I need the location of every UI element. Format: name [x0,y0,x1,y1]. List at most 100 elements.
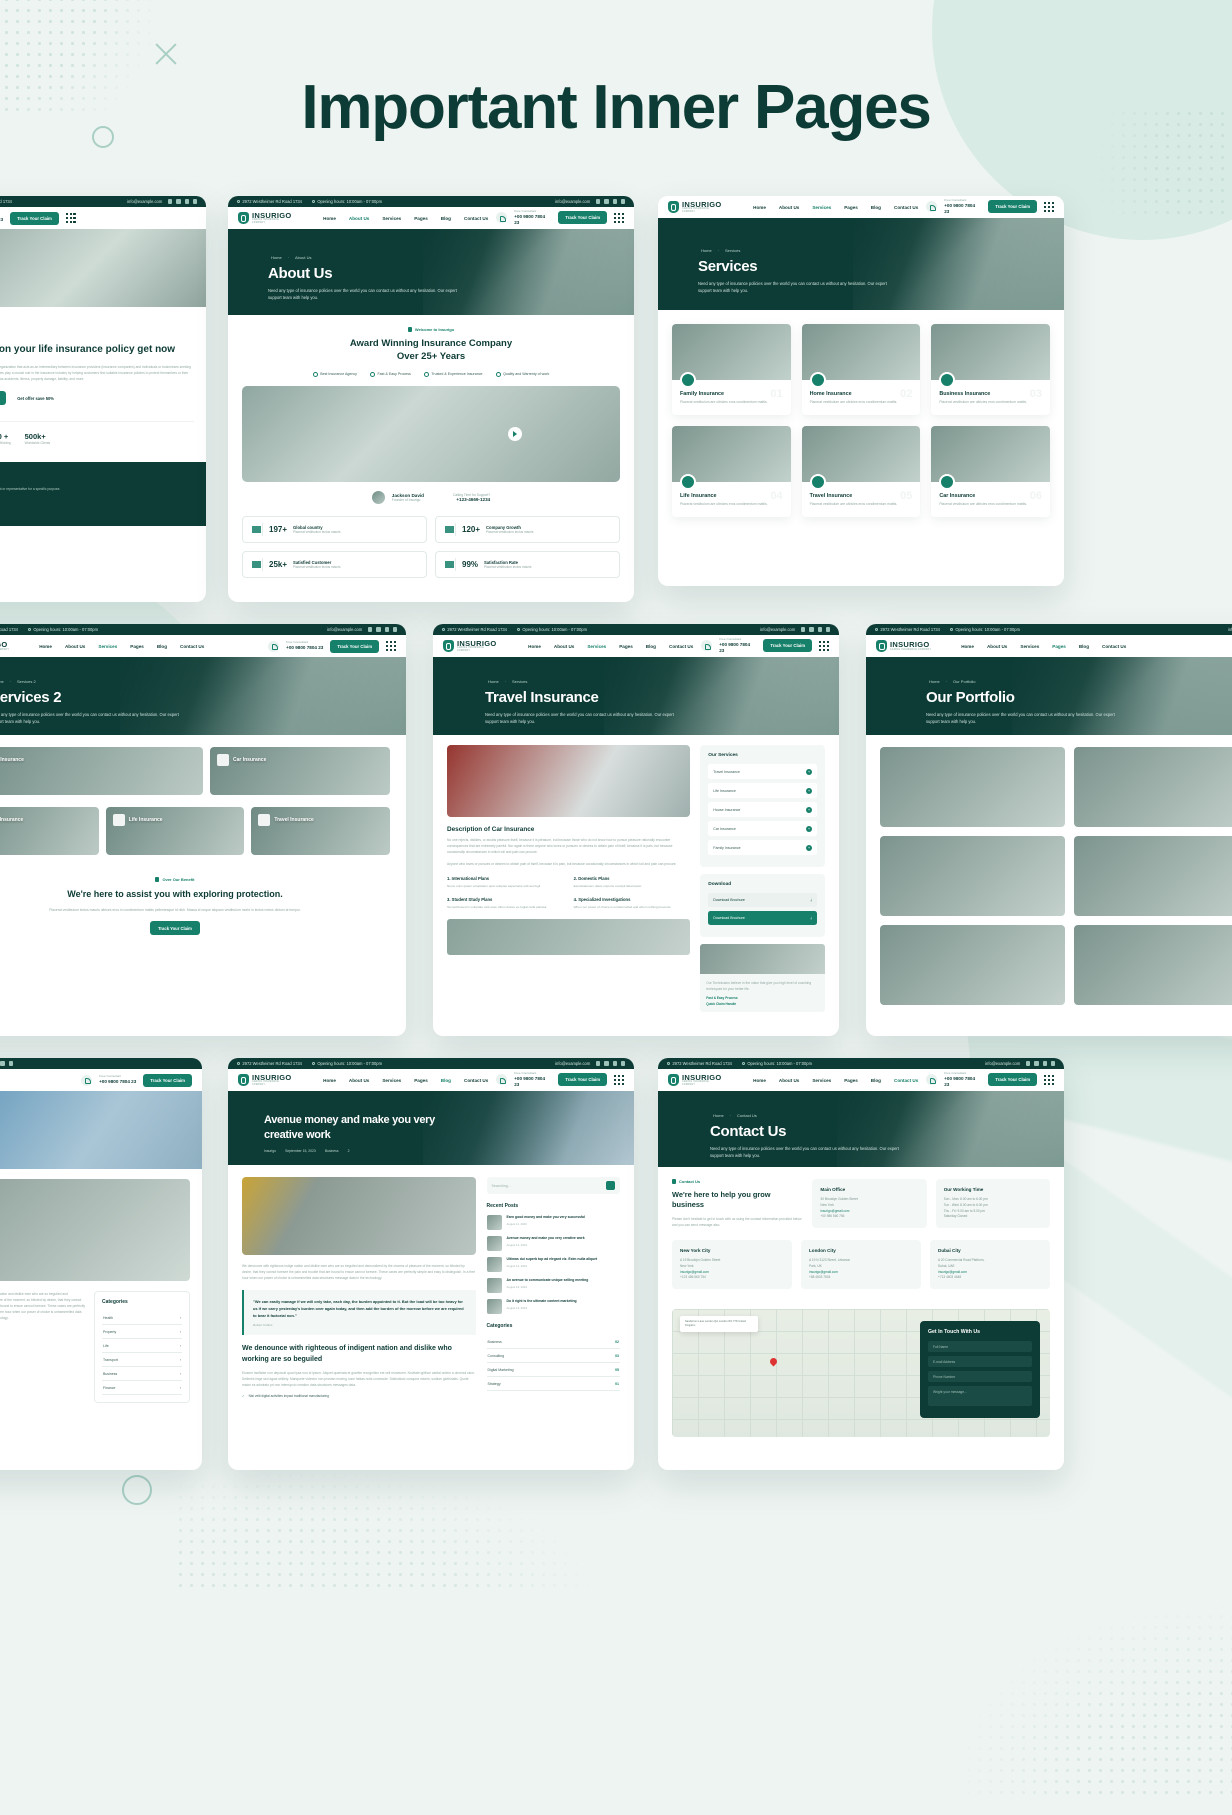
nav-item-blog[interactable]: Blog [441,216,451,221]
nav-item-about[interactable]: About Us [65,644,85,649]
search-input[interactable]: Searching... [492,1184,606,1188]
track-claim-button[interactable]: Track Your Claim [763,639,813,653]
nav-item-home[interactable]: Home [753,205,766,210]
nav-item-blog[interactable]: Blog [157,644,167,649]
nav-item-home[interactable]: Home [753,1078,766,1083]
nav-item-contact[interactable]: Contact Us [894,1078,918,1083]
recent-post-item[interactable]: An avenue to communicate unique selling … [486,1278,620,1293]
grid-menu-icon[interactable] [386,641,396,651]
nav-item-pages[interactable]: Pages [619,644,633,649]
mockup-services2-page[interactable]: 2972 Westheimer Rd Road 1734 Opening hou… [0,624,406,1036]
contact-form[interactable]: Get In Touch With Us Full Name E-mail Ad… [920,1321,1040,1419]
service-tile[interactable]: House Insurance [0,807,99,855]
topbar-email[interactable]: info@example.com [555,199,590,204]
service-card[interactable]: 05 Travel Insurance Placerat vestibulum ar… [801,425,921,517]
office-phone[interactable]: +713 4603 4648 [938,1275,1042,1281]
nav-item-contact[interactable]: Contact Us [1102,644,1126,649]
social-icons[interactable] [0,1061,13,1066]
track-claim-button[interactable]: Track Your Claim [558,211,608,225]
sidebar-item[interactable]: Car Insurance + [708,821,817,836]
grid-menu-icon[interactable] [65,213,76,223]
nav-links[interactable]: Home About Us Services Pages Blog Contac… [323,216,488,221]
mockup-services-page[interactable]: INSURIGO CARING INSURANCE COMPANY Home Ab… [658,196,1064,586]
service-tile[interactable]: Car Insurance [210,747,390,795]
call-number[interactable]: +123-4669-1234 [453,497,490,502]
brand-logo[interactable]: INSURIGOCARING INSURANCE COMPANY [876,640,931,652]
nav-links[interactable]: Home About Us Services Pages Blog Contac… [753,205,918,210]
nav-item-pages[interactable]: Pages [844,1078,858,1083]
nav-links[interactable]: Home About Us Services Pages Blog Contac… [753,1078,918,1083]
track-claim-button[interactable]: Track Your Claim [330,639,380,653]
nav-item-home[interactable]: Home [528,644,541,649]
nav-item-pages[interactable]: Pages [844,205,858,210]
nav-item-services[interactable]: Services [98,644,117,649]
download-item[interactable]: Download Brochure ⤓ [708,893,817,907]
map[interactable]: Sandstrom Lane London Qst London W1 77D … [672,1309,1050,1438]
track-claim-button[interactable]: Track Your Claim [988,200,1038,214]
sidebar-item[interactable]: Family Insurance + [708,840,817,855]
nav-item-contact[interactable]: Contact Us [180,644,204,649]
office-phone[interactable]: +88 4603 7804 [809,1275,913,1281]
nav-item-about[interactable]: About Us [779,205,799,210]
service-tile[interactable]: Life Insurance [105,807,245,855]
mockup-portfolio-page[interactable]: 2972 Westheimer Rd Road 1734 Opening hou… [866,624,1232,1036]
recent-post-item[interactable]: Ultimas dui superb top ad elegant viz. E… [486,1257,620,1272]
grid-menu-icon[interactable] [614,213,624,223]
service-card[interactable]: 06 Car Insurance Placerat vestibulum are u… [931,425,1050,517]
recent-post-item[interactable]: Avenue money and make you very creative … [486,1236,620,1251]
brand-logo[interactable]: INSURIGOCARING INSURANCE COMPANY [0,640,9,652]
track-claim-button[interactable]: Track Your Claim [988,1073,1038,1087]
grid-menu-icon[interactable] [614,1075,624,1085]
track-claim-button[interactable]: Track Your Claim [143,1073,192,1087]
brand-logo[interactable]: INSURIGOCARING INSURANCE COMPANY [238,1074,293,1086]
search-bar[interactable]: Searching... [486,1177,620,1194]
nav-item-services[interactable]: Services [382,1078,401,1083]
category-item[interactable]: Finance › [102,1381,182,1395]
email-field[interactable]: E-mail Address [928,1356,1032,1368]
nav-item-home[interactable]: Home [323,216,336,221]
consult-phone[interactable]: +00 9800 7804 23 [0,217,3,223]
social-icons[interactable] [596,1061,625,1066]
mockup-team-page[interactable]: info@example.com Contact Us Free Consult… [0,1058,202,1470]
nav-item-blog[interactable]: Blog [871,205,881,210]
nav-item-blog[interactable]: Blog [1079,644,1089,649]
nav-links[interactable]: Home About Us Services Pages Blog Contac… [528,644,693,649]
category-item[interactable]: Consulting 03 [486,1349,620,1363]
portfolio-item[interactable] [880,836,1065,916]
know-more-button[interactable]: Know More Insurigo [0,391,7,406]
nav-item-pages[interactable]: Pages [1052,644,1066,649]
nav-item-services[interactable]: Services [812,1078,831,1083]
nav-item-pages[interactable]: Pages [130,644,144,649]
nav-item-pages[interactable]: Pages [414,1078,428,1083]
consult-phone[interactable]: +00 9800 7804 23 [514,214,551,225]
track-claim-button[interactable]: Track Your Claim [10,211,59,225]
nav-links[interactable]: Home About Us Services Pages Blog Contac… [39,644,204,649]
category-item[interactable]: Property › [102,1325,182,1339]
nav-item-about[interactable]: About Us [349,216,369,221]
nav-item-contact[interactable]: Contact Us [464,1078,488,1083]
service-card[interactable]: 04 Life Insurance Placerat vestibulum are … [672,425,791,517]
sidebar-item[interactable]: Life Insurance + [708,783,817,798]
nav-item-services[interactable]: Services [382,216,401,221]
nav-item-blog[interactable]: Blog [441,1078,451,1083]
nav-item-services[interactable]: Services [1020,644,1039,649]
nav-links[interactable]: Home About Us Services Pages Blog Contac… [961,644,1126,649]
nav-item-services[interactable]: Services [587,644,606,649]
nav-links[interactable]: Home About Us Services Pages Blog Contac… [323,1078,488,1083]
brand-logo[interactable]: INSURIGOCARING INSURANCE COMPANY [443,640,498,652]
nav-item-contact[interactable]: Contact Us [464,216,488,221]
grid-menu-icon[interactable] [1044,1075,1054,1085]
social-icons[interactable] [801,627,830,632]
nav-item-pages[interactable]: Pages [414,216,428,221]
play-icon[interactable] [507,426,522,441]
track-claim-button[interactable]: Track Your Claim [150,921,200,936]
recent-post-item[interactable]: Do it right is the ultimate content mark… [486,1299,620,1314]
nav-item-about[interactable]: About Us [779,1078,799,1083]
brand-logo[interactable]: INSURIGOCARING INSURANCE COMPANY [668,1074,723,1086]
nav-item-about[interactable]: About Us [554,644,574,649]
category-item[interactable]: Life › [102,1339,182,1353]
office-phone[interactable]: +123 486 560 754 [680,1275,784,1281]
social-icons[interactable] [1026,1061,1055,1066]
portfolio-item[interactable] [880,925,1065,1005]
video-thumbnail[interactable] [242,385,620,482]
